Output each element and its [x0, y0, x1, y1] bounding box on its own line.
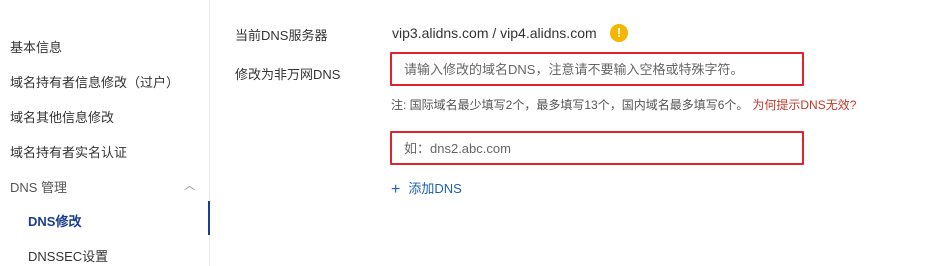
- dns2-input[interactable]: [390, 131, 804, 165]
- active-indicator: [208, 201, 210, 235]
- dns1-input[interactable]: [390, 52, 804, 86]
- dns-note: 注: 国际域名最少填写2个，最多填写13个，国内域名最多填写6个。 为何提示DNS…: [391, 96, 856, 113]
- add-dns-button[interactable]: + 添加DNS: [391, 178, 462, 198]
- sidebar-item-basic-info[interactable]: 基本信息: [10, 37, 62, 56]
- dns-invalid-help-link[interactable]: 为何提示DNS无效?: [752, 98, 856, 112]
- current-dns-label: 当前DNS服务器: [235, 28, 328, 43]
- sidebar-item-other-info[interactable]: 域名其他信息修改: [10, 107, 114, 126]
- sidebar: 基本信息 域名持有者信息修改（过户） 域名其他信息修改 域名持有者实名认证 DN…: [0, 0, 210, 266]
- add-dns-label: 添加DNS: [408, 181, 462, 196]
- current-dns-value: vip3.alidns.com / vip4.alidns.com: [392, 25, 597, 41]
- sidebar-item-dns-modify[interactable]: DNS修改: [28, 211, 81, 230]
- sidebar-group-dns-management[interactable]: DNS 管理: [10, 177, 67, 196]
- chevron-up-icon[interactable]: ︿: [184, 177, 195, 193]
- sidebar-item-holder-transfer[interactable]: 域名持有者信息修改（过户）: [10, 72, 179, 91]
- sidebar-item-real-name[interactable]: 域名持有者实名认证: [10, 142, 127, 161]
- warning-icon[interactable]: !: [610, 24, 628, 42]
- dns-note-text: 注: 国际域名最少填写2个，最多填写13个，国内域名最多填写6个。: [391, 98, 749, 112]
- sidebar-item-dnssec[interactable]: DNSSEC设置: [28, 246, 108, 265]
- plus-icon: +: [391, 181, 401, 198]
- change-dns-label: 修改为非万网DNS: [235, 67, 341, 82]
